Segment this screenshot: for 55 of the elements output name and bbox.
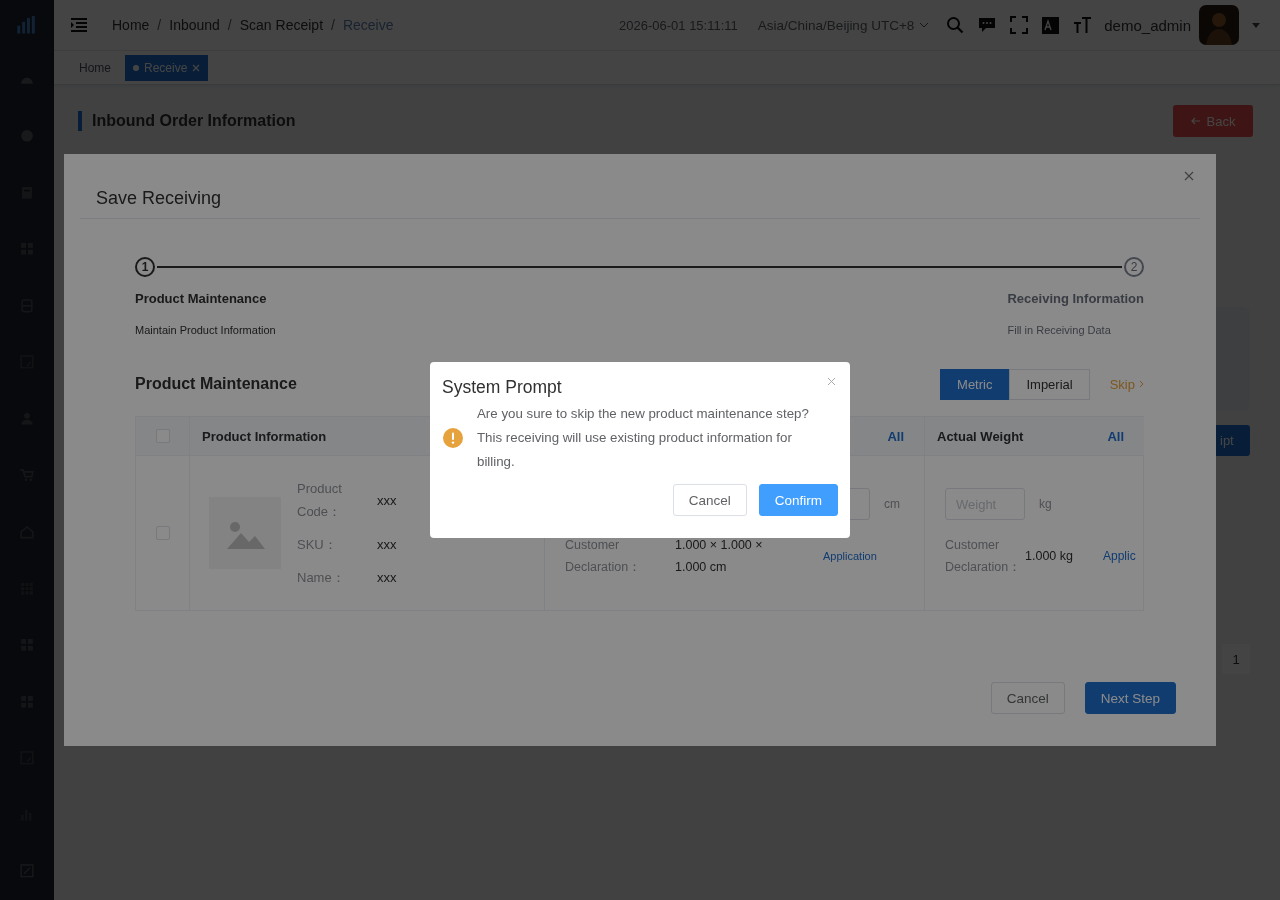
close-icon[interactable] bbox=[1184, 171, 1194, 181]
breadcrumb-separator: / bbox=[227, 17, 232, 33]
column-header: Product Information bbox=[202, 428, 327, 444]
chevron-down-icon bbox=[919, 22, 930, 28]
skip-link[interactable]: Skip bbox=[1109, 376, 1144, 392]
breadcrumb-separator: / bbox=[157, 17, 162, 33]
cancel-button[interactable]: Cancel bbox=[672, 484, 747, 516]
unit-label: cm bbox=[884, 497, 900, 511]
field-value: xxx bbox=[377, 492, 398, 508]
close-icon[interactable] bbox=[827, 377, 836, 386]
font-size-icon[interactable] bbox=[1073, 17, 1092, 33]
arrow-left-icon bbox=[1190, 117, 1201, 125]
confirm-button[interactable]: Confirm bbox=[758, 484, 838, 516]
apply-link[interactable]: Applic bbox=[1103, 549, 1136, 563]
logo-icon bbox=[16, 16, 38, 34]
declaration-value: 1.000 × 1.000 × 1.000 cm bbox=[675, 537, 764, 576]
column-header: Actual Weight bbox=[937, 428, 1024, 444]
step-description: Fill in Receiving Data bbox=[1007, 324, 1112, 336]
field-label: Name： bbox=[297, 569, 346, 587]
field-value: xxx bbox=[377, 570, 398, 585]
fullscreen-icon[interactable] bbox=[1010, 16, 1029, 34]
dialog-title: System Prompt bbox=[442, 377, 563, 398]
field-value: xxx bbox=[377, 537, 398, 552]
field-label: SKU： bbox=[297, 536, 338, 554]
field-label: Product Code： bbox=[297, 480, 343, 521]
declaration-value: 1.000 kg bbox=[1025, 548, 1074, 565]
cancel-button[interactable]: Cancel bbox=[990, 682, 1065, 714]
image-placeholder-icon bbox=[209, 497, 281, 569]
prompt-message: Are you sure to skip the new product maintenance step? This receiving will use existing product information for billing. bbox=[477, 405, 810, 471]
menu-icon[interactable] bbox=[71, 18, 87, 32]
step-title: Product Maintenance bbox=[135, 291, 268, 306]
chat-icon[interactable] bbox=[978, 17, 997, 33]
search-icon[interactable] bbox=[946, 16, 965, 34]
breadcrumb-separator: / bbox=[331, 17, 335, 33]
warning-icon bbox=[443, 428, 463, 448]
dialog-title: Save Receiving bbox=[96, 187, 222, 209]
section-title: Product Maintenance bbox=[135, 375, 297, 393]
apply-link[interactable]: Application bbox=[823, 550, 877, 562]
caret-icon[interactable] bbox=[1252, 22, 1260, 28]
avatar[interactable] bbox=[1199, 5, 1239, 45]
translate-icon[interactable] bbox=[1042, 16, 1060, 34]
step-description: Maintain Product Information bbox=[135, 324, 276, 336]
step-number: 1 bbox=[135, 257, 155, 277]
declaration-label: Customer Declaration： bbox=[565, 537, 643, 576]
unit-label: kg bbox=[1039, 497, 1052, 511]
next-button[interactable]: Next Step bbox=[1084, 682, 1176, 714]
unit-toggle[interactable]: Imperial bbox=[1009, 368, 1090, 400]
declaration-label: Customer Declaration： bbox=[945, 537, 1023, 576]
all-link[interactable]: All bbox=[1107, 428, 1124, 444]
all-link[interactable]: All bbox=[887, 428, 904, 444]
step-number: 2 bbox=[1124, 257, 1144, 277]
chevron-right-icon bbox=[1139, 380, 1144, 388]
dot-icon bbox=[133, 64, 139, 71]
unit-toggle[interactable]: Metric bbox=[940, 368, 1010, 400]
step-title: Receiving Information bbox=[1007, 291, 1144, 306]
